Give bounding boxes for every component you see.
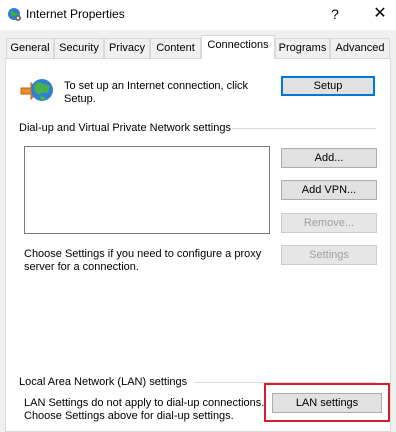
- remove-button[interactable]: Remove...: [281, 213, 377, 233]
- proxy-settings-description: Choose Settings if you need to configure…: [24, 248, 262, 273]
- setup-button-label: Setup: [313, 80, 343, 92]
- lan-description: LAN Settings do not apply to dial-up con…: [24, 397, 265, 422]
- setup-button[interactable]: Setup: [281, 76, 375, 96]
- lan-group-label: Local Area Network (LAN) settings: [19, 376, 188, 388]
- tab-privacy[interactable]: Privacy: [104, 38, 150, 58]
- tab-programs[interactable]: Programs: [275, 38, 330, 58]
- setup-description: To set up an Internet connection, click …: [64, 80, 249, 105]
- add-vpn-button-label: Add VPN...: [301, 184, 357, 196]
- window-title: Internet Properties: [26, 7, 125, 21]
- internet-setup-icon: [19, 76, 55, 106]
- settings-button-label: Settings: [309, 249, 349, 261]
- dialup-connections-list[interactable]: [24, 146, 270, 234]
- add-button-label: Add...: [314, 152, 344, 164]
- close-button[interactable]: ✕: [369, 4, 391, 24]
- add-button[interactable]: Add...: [281, 148, 377, 168]
- tab-content[interactable]: Content: [150, 38, 201, 58]
- dialup-group-label: Dial-up and Virtual Private Network sett…: [19, 122, 231, 134]
- tab-general[interactable]: General: [6, 38, 54, 58]
- internet-properties-icon: [7, 7, 21, 21]
- settings-button[interactable]: Settings: [281, 245, 377, 265]
- tab-security[interactable]: Security: [54, 38, 104, 58]
- help-button[interactable]: ?: [324, 4, 346, 24]
- dialup-group-divider: [232, 128, 376, 129]
- remove-button-label: Remove...: [303, 217, 355, 229]
- tab-connections[interactable]: Connections: [201, 35, 275, 59]
- tab-advanced[interactable]: Advanced: [330, 38, 390, 58]
- add-vpn-button[interactable]: Add VPN...: [281, 180, 377, 200]
- lan-settings-highlight-box: [264, 383, 390, 422]
